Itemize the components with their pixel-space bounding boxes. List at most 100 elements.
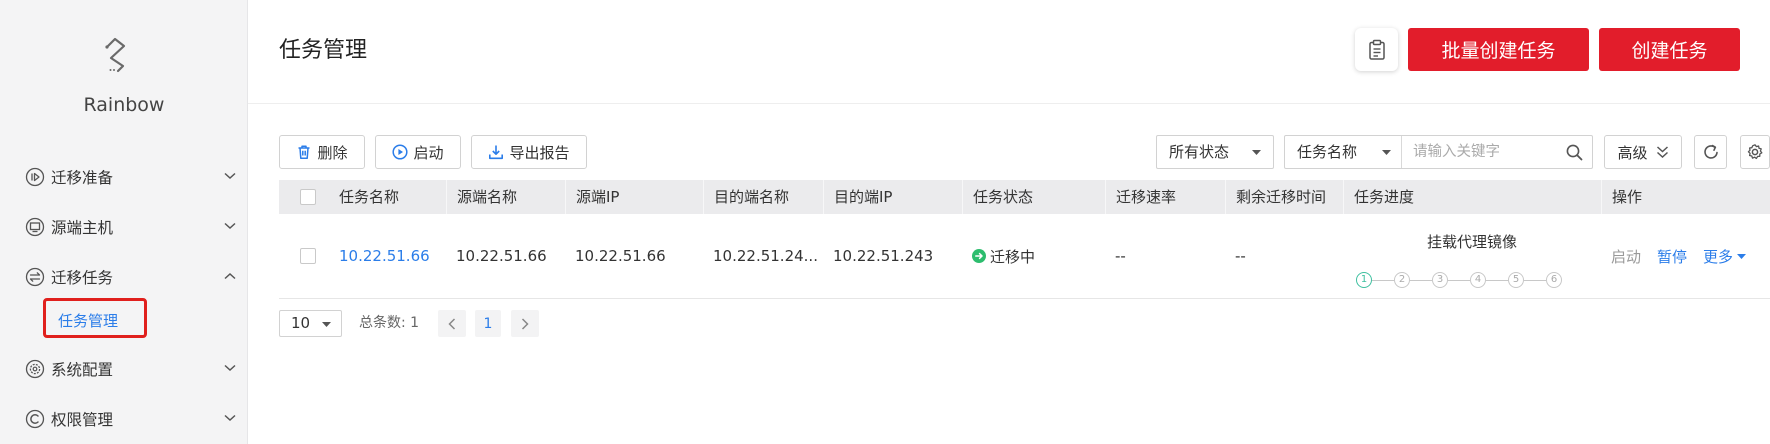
chevron-down-icon bbox=[224, 222, 236, 230]
table-row: 10.22.51.66 10.22.51.66 10.22.51.66 10.2… bbox=[279, 214, 1770, 299]
column-header: 任务进度 bbox=[1343, 180, 1601, 214]
header-checkbox-cell bbox=[279, 180, 329, 214]
advanced-search-button[interactable]: 高级 bbox=[1604, 135, 1682, 169]
status-text: 迁移中 bbox=[990, 247, 1036, 266]
total-count: 总条数: 1 bbox=[359, 315, 420, 331]
app-name: Rainbow bbox=[83, 94, 165, 116]
row-pause-action[interactable]: 暂停 bbox=[1657, 246, 1687, 267]
progress-connector bbox=[1410, 279, 1432, 281]
settings-icon bbox=[25, 359, 45, 379]
rate-cell: -- bbox=[1115, 247, 1126, 265]
chevron-left-icon bbox=[448, 317, 456, 330]
start-label: 启动 bbox=[413, 143, 444, 162]
progress-step: 2 bbox=[1394, 272, 1410, 288]
progress-stage-label: 挂载代理镜像 bbox=[1426, 233, 1517, 251]
caret-down-icon bbox=[1382, 150, 1391, 155]
header-divider bbox=[248, 103, 1770, 104]
search-input[interactable] bbox=[1413, 140, 1563, 164]
migrating-icon bbox=[972, 249, 986, 263]
progress-step: 3 bbox=[1432, 272, 1448, 288]
select-all-checkbox[interactable] bbox=[300, 189, 316, 205]
column-header: 操作 bbox=[1601, 180, 1770, 214]
remaining-time-cell: -- bbox=[1235, 247, 1246, 265]
progress-steps: 1 2 3 4 5 6 bbox=[1356, 272, 1562, 288]
delete-button[interactable]: 删除 bbox=[279, 135, 365, 169]
column-header: 目的端IP bbox=[823, 180, 962, 214]
row-more-action[interactable]: 更多 bbox=[1703, 246, 1733, 267]
row-start-action[interactable]: 启动 bbox=[1611, 246, 1641, 267]
column-header: 任务状态 bbox=[962, 180, 1105, 214]
caret-down-icon bbox=[322, 322, 331, 327]
page-number-button[interactable]: 1 bbox=[475, 310, 501, 337]
progress-step: 4 bbox=[1470, 272, 1486, 288]
column-header: 源端名称 bbox=[446, 180, 565, 214]
page-size-select[interactable]: 10 bbox=[279, 310, 342, 337]
sidebar-item-label: 源端主机 bbox=[51, 219, 114, 237]
export-label: 导出报告 bbox=[509, 143, 570, 162]
sidebar-subitem-task-management[interactable]: 任务管理 bbox=[0, 300, 248, 340]
prev-page-button[interactable] bbox=[438, 310, 466, 337]
progress-step: 1 bbox=[1356, 272, 1372, 288]
progress-step: 5 bbox=[1508, 272, 1524, 288]
column-header: 迁移速率 bbox=[1105, 180, 1225, 214]
prepare-icon bbox=[25, 167, 45, 187]
caret-down-icon bbox=[1252, 150, 1261, 155]
target-name-cell: 10.22.51.24... bbox=[713, 247, 818, 265]
search-field-select[interactable]: 任务名称 bbox=[1297, 136, 1357, 168]
task-name-link[interactable]: 10.22.51.66 bbox=[339, 247, 430, 265]
source-name-cell: 10.22.51.66 bbox=[456, 247, 547, 265]
source-ip-cell: 10.22.51.66 bbox=[575, 247, 666, 265]
sidebar-item-permission[interactable]: 权限管理 bbox=[0, 394, 248, 444]
sidebar-item-migration-task[interactable]: 迁移任务 bbox=[0, 252, 248, 302]
double-chevron-down-icon bbox=[1656, 145, 1669, 159]
sidebar-item-label: 权限管理 bbox=[51, 411, 114, 429]
play-circle-icon bbox=[392, 144, 409, 160]
column-header: 剩余迁移时间 bbox=[1225, 180, 1343, 214]
monitor-icon bbox=[25, 217, 45, 237]
advanced-label: 高级 bbox=[1617, 143, 1648, 162]
start-button[interactable]: 启动 bbox=[375, 135, 461, 169]
create-task-button[interactable]: 创建任务 bbox=[1599, 28, 1740, 71]
sidebar-item-source-host[interactable]: 源端主机 bbox=[0, 202, 248, 252]
clipboard-button[interactable] bbox=[1355, 28, 1398, 71]
search-icon[interactable] bbox=[1566, 144, 1583, 161]
settings-button[interactable] bbox=[1740, 135, 1770, 169]
refresh-button[interactable] bbox=[1694, 135, 1727, 169]
permission-icon bbox=[25, 409, 45, 429]
target-ip-cell: 10.22.51.243 bbox=[833, 247, 934, 265]
trash-icon bbox=[296, 144, 312, 160]
chevron-right-icon bbox=[521, 317, 529, 330]
progress-connector bbox=[1486, 279, 1508, 281]
next-page-button[interactable] bbox=[511, 310, 539, 337]
sidebar-item-label: 迁移任务 bbox=[51, 269, 114, 287]
column-header: 目的端名称 bbox=[703, 180, 823, 214]
search-group: 任务名称 bbox=[1284, 135, 1593, 169]
page-size-value: 10 bbox=[291, 314, 311, 332]
progress-step: 6 bbox=[1546, 272, 1562, 288]
batch-create-task-button[interactable]: 批量创建任务 bbox=[1408, 28, 1589, 71]
progress-cell: 挂载代理镜像 1 2 3 4 5 6 bbox=[1343, 214, 1601, 298]
sidebar-item-label: 迁移准备 bbox=[51, 169, 114, 187]
chevron-down-icon bbox=[224, 414, 236, 422]
task-name-cell: 10.22.51.66 bbox=[329, 214, 446, 298]
progress-connector bbox=[1372, 279, 1394, 281]
table-header: 任务名称 源端名称 源端IP 目的端名称 目的端IP 任务状态 迁移速率 剩余迁… bbox=[279, 180, 1770, 214]
clipboard-icon bbox=[1367, 39, 1387, 61]
sidebar-item-label: 系统配置 bbox=[51, 361, 114, 379]
chevron-down-icon bbox=[224, 172, 236, 180]
column-header: 任务名称 bbox=[339, 188, 400, 206]
status-filter-select[interactable]: 所有状态 bbox=[1156, 135, 1274, 169]
chevron-down-icon bbox=[224, 364, 236, 372]
export-report-button[interactable]: 导出报告 bbox=[471, 135, 587, 169]
route-logo-icon bbox=[95, 32, 139, 76]
sidebar-item-migration-prep[interactable]: 迁移准备 bbox=[0, 152, 248, 202]
caret-down-icon[interactable] bbox=[1737, 253, 1747, 259]
refresh-icon bbox=[1702, 143, 1720, 161]
sidebar-item-system-config[interactable]: 系统配置 bbox=[0, 344, 248, 394]
chevron-up-icon bbox=[224, 272, 236, 280]
download-icon bbox=[488, 144, 504, 160]
row-checkbox[interactable] bbox=[300, 248, 316, 264]
task-table: 任务名称 源端名称 源端IP 目的端名称 目的端IP 任务状态 迁移速率 剩余迁… bbox=[279, 180, 1770, 299]
sidebar: Rainbow 迁移准备 源端主机 迁移任务 任务管理 系统配置 权限管理 bbox=[0, 0, 248, 444]
actions-cell: 启动 暂停 更多 bbox=[1601, 214, 1770, 298]
